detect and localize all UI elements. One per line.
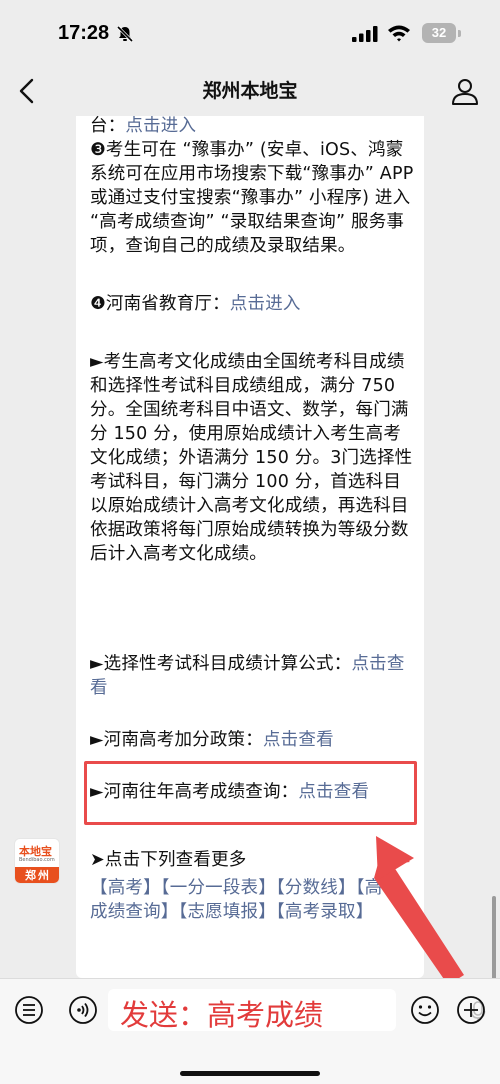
scrollbar[interactable] <box>492 896 496 978</box>
more-links[interactable]: 【高考】【一分一段表】【分数线】【高考成绩查询】【志愿填报】【高考录取】 <box>90 876 408 924</box>
chat-area[interactable]: 台：点击进入 ❸考生可在 “豫事办” (安卓、iOS、鸿蒙系统可在应用市场搜索下… <box>0 116 500 978</box>
input-bar: 发送：高考成绩 <box>0 978 500 1084</box>
item4-prefix: ❹河南省教育厅： <box>90 294 230 314</box>
enter-link-1[interactable]: 点击进入 <box>125 116 196 136</box>
highlight-box <box>84 761 417 825</box>
formula-prefix: ►选择性考试科目成绩计算公式： <box>90 654 352 674</box>
emoji-icon[interactable] <box>410 995 440 1025</box>
voice-input-icon[interactable] <box>68 995 98 1025</box>
cellular-signal-icon <box>352 26 378 42</box>
avatar[interactable]: 本地宝 Bendibao.com 郑州 <box>14 838 60 884</box>
article-para-score: ►考生高考文化成绩由全国统考科目成绩和选择性考试科目成绩组成，满分 750 分。… <box>90 352 413 564</box>
bonus-prefix: ►河南高考加分政策： <box>90 730 263 750</box>
enter-link-education-dept[interactable]: 点击进入 <box>230 294 301 314</box>
plus-icon[interactable] <box>456 995 486 1025</box>
battery-indicator: 32 <box>422 23 456 43</box>
battery-tip <box>458 30 461 37</box>
message-input-text: 发送：高考成绩 <box>120 998 324 1032</box>
profile-icon[interactable] <box>450 76 480 106</box>
view-link-bonus[interactable]: 点击查看 <box>263 730 334 750</box>
avatar-logo: 本地宝 Bendibao.com <box>15 839 59 867</box>
article-item-education-dept: ❹河南省教育厅：点击进入 <box>90 292 416 316</box>
article-item-formula: ►选择性考试科目成绩计算公式：点击查看 <box>90 652 416 700</box>
status-time: 17:28 <box>58 22 110 44</box>
article-line-prefix: 台： <box>90 116 126 136</box>
nav-bar: 郑州本地宝 <box>0 66 500 116</box>
article-para-yushiban: ❸考生可在 “豫事办” (安卓、iOS、鸿蒙系统可在应用市场搜索下载“豫事办” … <box>90 140 414 256</box>
home-indicator <box>180 1071 320 1076</box>
article-line-intro: 台：点击进入 <box>90 116 416 138</box>
bell-muted-icon <box>116 25 134 43</box>
avatar-city: 郑州 <box>15 867 59 883</box>
more-title: ➤点击下列查看更多 <box>90 850 247 870</box>
menu-list-icon[interactable] <box>14 995 44 1025</box>
status-bar: 17:28 32 <box>0 0 500 66</box>
avatar-domain: Bendibao.com <box>19 857 55 863</box>
chat-title: 郑州本地宝 <box>202 80 298 102</box>
message-input[interactable]: 发送：高考成绩 <box>108 989 486 1032</box>
wifi-icon <box>388 25 410 42</box>
article-item-bonus: ►河南高考加分政策：点击查看 <box>90 728 416 752</box>
